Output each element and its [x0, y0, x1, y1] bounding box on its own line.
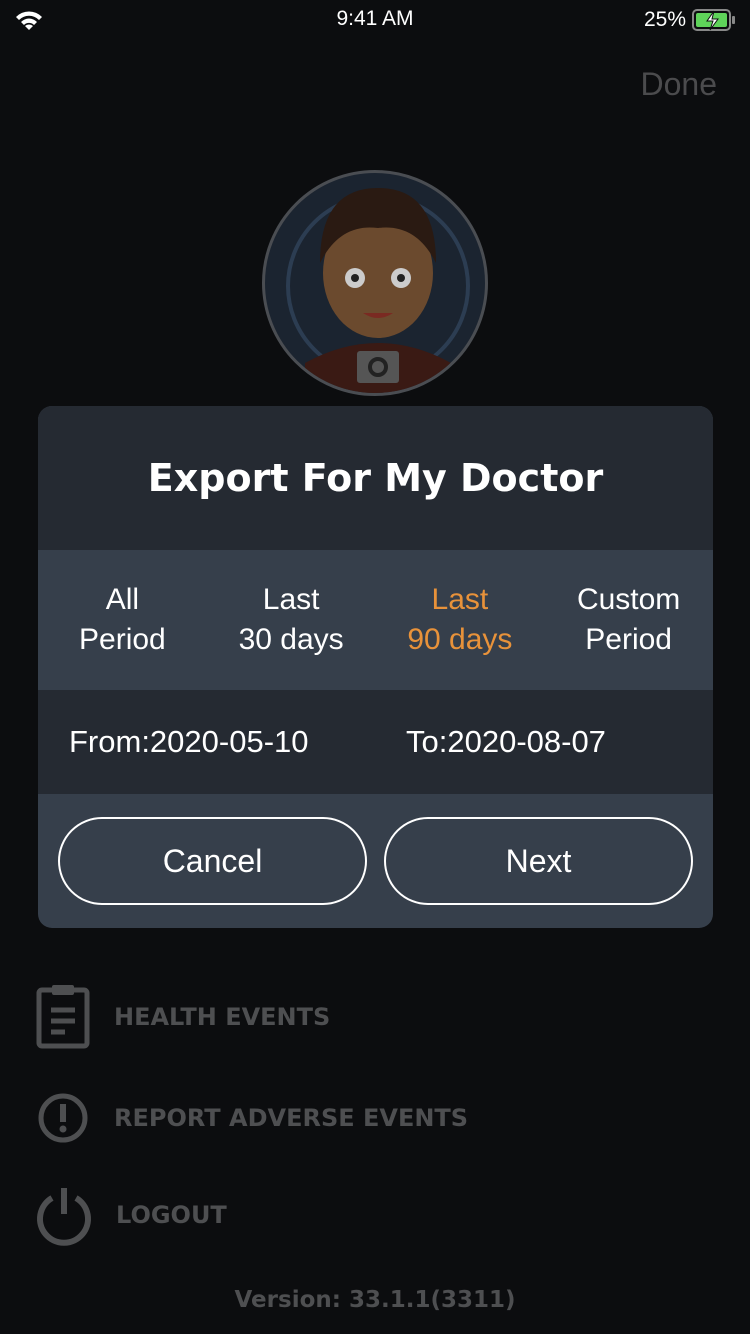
- from-date[interactable]: From:2020-05-10: [69, 724, 406, 760]
- export-dialog: Export For My Doctor All Period Last 30 da…: [38, 406, 713, 928]
- menu-label: HEALTH EVENTS: [114, 1003, 331, 1031]
- status-time: 9:41 AM: [336, 7, 414, 30]
- menu-label: LOGOUT: [116, 1201, 227, 1229]
- tab-last-90-days[interactable]: Last 90 days: [376, 580, 545, 660]
- exclamation-icon: [38, 1093, 88, 1143]
- battery: 25%: [644, 8, 736, 32]
- tab-label: Period: [79, 623, 166, 656]
- battery-percent: 25%: [643, 8, 686, 31]
- period-tabs: All Period Last 30 days Last 90 days Custom…: [38, 550, 713, 690]
- avatar-image: [286, 188, 470, 393]
- tab-label: Custom: [576, 583, 681, 616]
- menu-item-health-events[interactable]: HEALTH EVENTS: [34, 984, 330, 1050]
- avatar[interactable]: [262, 170, 488, 396]
- date-range: From:2020-05-10 To:2020-08-07: [38, 690, 713, 794]
- menu-label: REPORT ADVERSE EVENTS: [114, 1104, 469, 1132]
- tab-label: Period: [585, 623, 672, 656]
- menu-item-report-adverse-events[interactable]: REPORT ADVERSE EVENTS: [34, 1092, 468, 1144]
- power-icon: [37, 1188, 91, 1246]
- tab-label: All: [105, 583, 140, 616]
- to-date[interactable]: To:2020-08-07: [406, 724, 606, 760]
- tab-last-30-days[interactable]: Last 30 days: [207, 580, 376, 660]
- version-text: Version: 33.1.1(3311): [234, 1287, 516, 1313]
- next-button[interactable]: Next: [384, 817, 693, 905]
- cancel-button[interactable]: Cancel: [58, 817, 367, 905]
- tab-all-period[interactable]: All Period: [38, 580, 207, 660]
- menu-item-logout[interactable]: LOGOUT: [34, 1184, 227, 1246]
- dialog-title: Export For My Doctor: [38, 406, 713, 550]
- clipboard-icon: [36, 985, 90, 1049]
- tab-custom-period[interactable]: Custom Period: [544, 580, 713, 660]
- status-bar: 9:41 AM 25%: [0, 0, 750, 40]
- tab-label: 30 days: [238, 623, 344, 656]
- tab-label: Last: [262, 583, 320, 616]
- battery-charging-icon: [692, 9, 735, 31]
- tab-label: Last: [431, 583, 489, 616]
- tab-label: 90 days: [407, 623, 513, 656]
- done-button[interactable]: Done: [641, 66, 718, 103]
